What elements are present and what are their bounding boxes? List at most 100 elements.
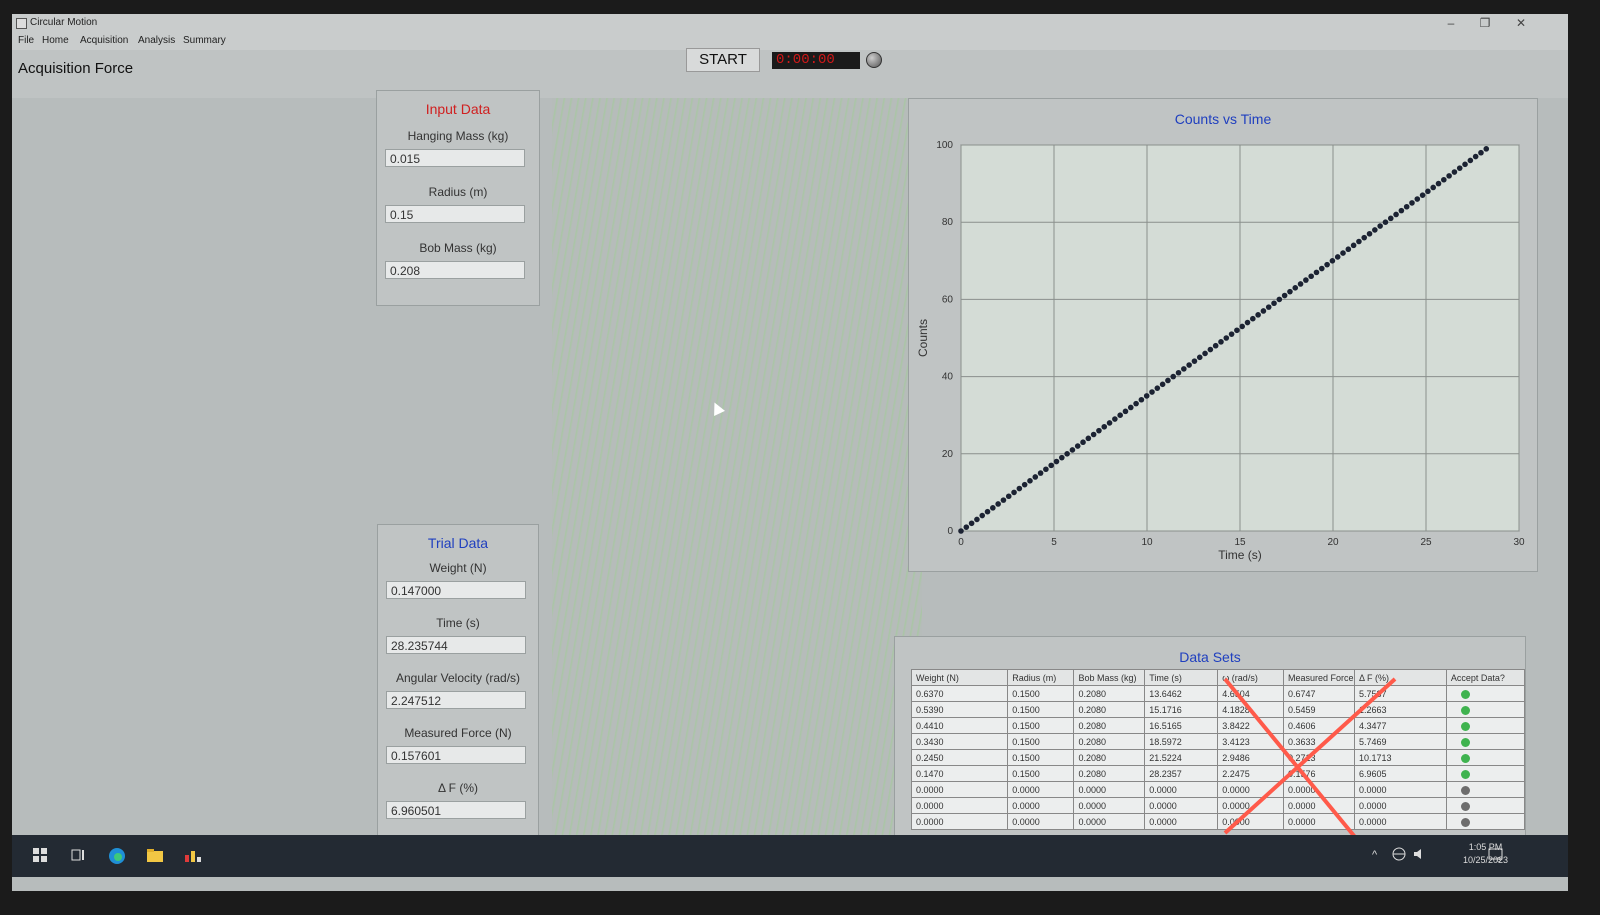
data-point bbox=[1430, 184, 1437, 191]
data-point bbox=[1112, 416, 1118, 422]
radius-input[interactable]: 0.15 bbox=[385, 205, 525, 223]
data-point bbox=[1127, 404, 1134, 411]
data-point bbox=[1414, 196, 1421, 202]
data-point bbox=[1181, 366, 1187, 372]
trial-data-panel: Trial Data Weight (N) 0.147000 Time (s) … bbox=[377, 524, 539, 838]
x-axis-label: Time (s) bbox=[1218, 548, 1262, 562]
menu-acquisition[interactable]: Acquisition bbox=[80, 35, 128, 46]
table-cell: 0.2080 bbox=[1073, 765, 1146, 782]
data-point bbox=[1000, 497, 1007, 503]
hanging-mass-input[interactable]: 0.015 bbox=[385, 149, 525, 167]
data-sets-table: Weight (N) Radius (m) Bob Mass (kg) Time (s… bbox=[910, 669, 1526, 830]
table-cell: 1.2663 bbox=[1353, 701, 1447, 718]
table-row: 0.5390 0.1500 0.2080 15.1716 4.1828 0.5459 1.2… bbox=[910, 701, 1526, 718]
table-cell: 18.5972 bbox=[1144, 733, 1219, 750]
edge-browser-icon[interactable] bbox=[108, 847, 125, 864]
accept-status-icon[interactable] bbox=[1460, 689, 1470, 699]
task-view-icon[interactable] bbox=[70, 847, 86, 863]
menu-bar: File Home Acquisition Analysis Summary bbox=[12, 32, 1568, 50]
data-point bbox=[1313, 269, 1320, 276]
accept-status-icon[interactable] bbox=[1460, 817, 1470, 827]
data-point bbox=[1239, 323, 1246, 330]
data-point bbox=[1361, 234, 1368, 241]
notification-count: 3 bbox=[1497, 857, 1501, 863]
circular-motion-app-icon[interactable] bbox=[184, 847, 201, 863]
table-cell: 0.5390 bbox=[910, 701, 1009, 718]
data-point bbox=[974, 516, 980, 523]
accept-status-icon[interactable] bbox=[1460, 785, 1470, 795]
data-point bbox=[1186, 362, 1192, 368]
data-point bbox=[1329, 258, 1336, 264]
table-cell: 0.0000 bbox=[1353, 781, 1447, 798]
data-point bbox=[1451, 169, 1458, 175]
data-point bbox=[1090, 431, 1097, 438]
table-cell: 0.0000 bbox=[1217, 797, 1284, 814]
bob-mass-input[interactable]: 0.208 bbox=[385, 261, 525, 279]
table-cell: 5.7469 bbox=[1353, 733, 1447, 750]
network-icon[interactable] bbox=[1392, 847, 1408, 863]
data-sets-panel: Data Sets Weight (N) Radius (m) Bob Mass (… bbox=[894, 636, 1526, 848]
data-point bbox=[1377, 223, 1383, 229]
data-point bbox=[1276, 296, 1283, 303]
accept-data-cell bbox=[1445, 717, 1526, 734]
table-cell: 0.2080 bbox=[1073, 701, 1146, 718]
data-point bbox=[1462, 161, 1468, 168]
accept-data-cell bbox=[1445, 685, 1526, 702]
table-cell: 13.6462 bbox=[1144, 685, 1219, 702]
table-cell: 0.0000 bbox=[910, 797, 1009, 814]
accept-status-icon[interactable] bbox=[1460, 753, 1470, 763]
accept-status-icon[interactable] bbox=[1460, 737, 1470, 747]
minimize-icon[interactable]: – bbox=[1436, 15, 1466, 31]
data-point bbox=[990, 505, 996, 511]
table-cell: 0.0000 bbox=[1217, 781, 1284, 798]
accept-status-icon[interactable] bbox=[1460, 801, 1470, 811]
x-tick-label: 20 bbox=[1327, 537, 1339, 548]
measured-force-field: 0.157601 bbox=[386, 746, 526, 764]
menu-file[interactable]: File bbox=[18, 35, 34, 46]
data-point bbox=[1382, 219, 1389, 225]
menu-summary[interactable]: Summary bbox=[183, 35, 226, 46]
table-cell: 0.1576 bbox=[1282, 765, 1355, 782]
accept-status-icon[interactable] bbox=[1460, 721, 1470, 731]
accept-status-icon[interactable] bbox=[1460, 705, 1470, 715]
data-point bbox=[1133, 400, 1139, 407]
column-header: ω (rad/s) bbox=[1217, 669, 1284, 686]
y-tick-label: 20 bbox=[942, 449, 954, 460]
data-point bbox=[1064, 451, 1070, 457]
y-tick-label: 0 bbox=[947, 526, 953, 537]
notification-icon[interactable]: 3 bbox=[1488, 847, 1504, 864]
data-point bbox=[1037, 470, 1044, 476]
table-cell: 0.1500 bbox=[1007, 733, 1075, 750]
taskbar: ^ 1:05 PM 10/25/2023 3 bbox=[12, 835, 1568, 877]
data-point bbox=[1175, 369, 1182, 376]
restore-icon[interactable]: ❐ bbox=[1470, 15, 1500, 31]
chevron-up-icon[interactable]: ^ bbox=[1372, 849, 1388, 865]
data-point bbox=[1441, 176, 1447, 183]
accept-status-icon[interactable] bbox=[1460, 769, 1470, 779]
data-point bbox=[1117, 412, 1123, 419]
x-tick-label: 5 bbox=[1051, 537, 1057, 548]
table-cell: 0.1470 bbox=[910, 765, 1009, 782]
data-point bbox=[1409, 200, 1415, 206]
column-header: Bob Mass (kg) bbox=[1073, 669, 1146, 686]
menu-home[interactable]: Home bbox=[42, 35, 69, 46]
table-cell: 0.0000 bbox=[1353, 797, 1447, 814]
data-point bbox=[1059, 454, 1065, 461]
app-window: Circular Motion – ❐ ✕ File Home Acquisit… bbox=[12, 14, 1568, 891]
volume-icon[interactable] bbox=[1412, 847, 1428, 863]
menu-analysis[interactable]: Analysis bbox=[138, 35, 175, 46]
data-point bbox=[1366, 230, 1373, 237]
data-point bbox=[1435, 180, 1442, 187]
data-point bbox=[958, 528, 964, 534]
table-row: 0.0000 0.0000 0.0000 0.0000 0.0000 0.0000 0.00… bbox=[910, 781, 1526, 798]
windows-start-icon[interactable] bbox=[32, 847, 48, 863]
table-cell: 0.4410 bbox=[910, 717, 1009, 734]
data-point bbox=[1398, 207, 1405, 214]
table-cell: 0.1500 bbox=[1007, 765, 1075, 782]
table-cell: 0.0000 bbox=[1282, 797, 1355, 814]
close-icon[interactable]: ✕ bbox=[1506, 15, 1536, 31]
data-point bbox=[1387, 215, 1394, 222]
file-explorer-icon[interactable] bbox=[146, 847, 163, 863]
data-point bbox=[1016, 485, 1023, 492]
start-button[interactable]: START bbox=[686, 48, 760, 72]
